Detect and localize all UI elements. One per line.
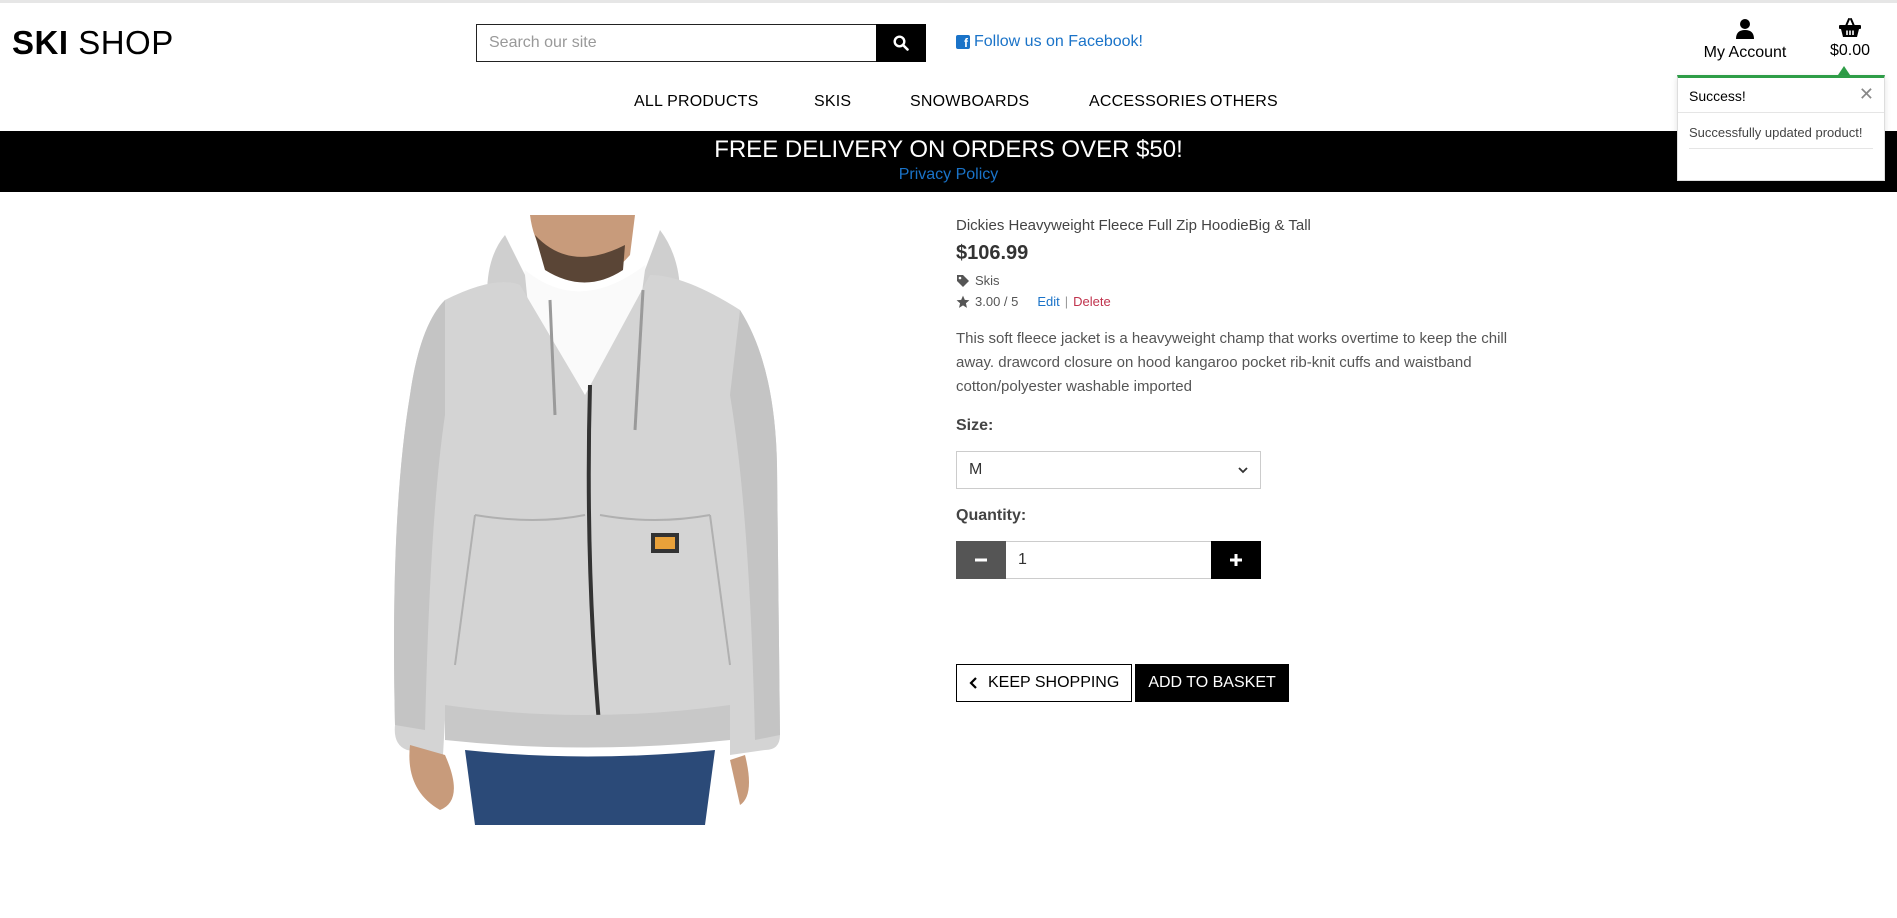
tag-icon: [957, 274, 969, 287]
star-icon: [956, 295, 970, 308]
close-icon[interactable]: ✕: [1859, 84, 1874, 105]
facebook-link[interactable]: f Follow us on Facebook!: [956, 33, 1143, 51]
logo-bold-text: SKI: [12, 24, 69, 61]
search-form: [476, 24, 926, 62]
nav-item-accessories[interactable]: ACCESSORIES: [1089, 93, 1207, 111]
basket-total: $0.00: [1829, 42, 1871, 59]
product-price: $106.99: [956, 242, 1029, 264]
banner-text: FREE DELIVERY ON ORDERS OVER $50!: [714, 136, 1183, 163]
user-icon: [1736, 19, 1754, 39]
keep-shopping-label: KEEP SHOPPING: [988, 674, 1120, 691]
nav-item-others[interactable]: OTHERS: [1210, 93, 1278, 111]
toast-message: Successfully updated product!: [1689, 125, 1863, 140]
minus-icon: [975, 558, 987, 562]
product-details: Dickies Heavyweight Fleece Full Zip Hood…: [956, 217, 1536, 579]
add-to-basket-label: ADD TO BASKET: [1148, 674, 1276, 691]
nav-item-snowboards[interactable]: SNOWBOARDS: [910, 93, 1029, 111]
action-buttons: KEEP SHOPPING ADD TO BASKET: [956, 664, 1289, 702]
my-account-label: My Account: [1703, 44, 1787, 61]
increment-button[interactable]: [1211, 541, 1261, 579]
nav-item-all-products[interactable]: ALL PRODUCTS: [634, 93, 759, 111]
my-account-link[interactable]: My Account: [1700, 18, 1790, 62]
product-name: Dickies Heavyweight Fleece Full Zip Hood…: [956, 217, 1311, 234]
decrement-button[interactable]: [956, 541, 1006, 579]
basket-link[interactable]: $0.00: [1820, 18, 1880, 60]
toast-arrow: [1838, 66, 1850, 75]
delete-product-link[interactable]: Delete: [1073, 294, 1111, 309]
delivery-banner: FREE DELIVERY ON ORDERS OVER $50! Privac…: [0, 131, 1897, 192]
search-icon: [893, 35, 909, 51]
chevron-down-icon: [1238, 467, 1248, 474]
basket-icon: [1839, 18, 1861, 37]
link-separator: |: [1064, 294, 1069, 309]
success-toast: Success! ✕ Successfully updated product!: [1677, 75, 1885, 181]
search-button[interactable]: [876, 24, 926, 62]
facebook-label: Follow us on Facebook!: [974, 33, 1143, 50]
toast-title: Success!: [1689, 88, 1746, 104]
product-image: [385, 215, 855, 825]
search-input[interactable]: [476, 24, 876, 62]
keep-shopping-button[interactable]: KEEP SHOPPING: [956, 664, 1133, 702]
size-select[interactable]: M: [956, 451, 1261, 489]
site-logo[interactable]: SKI SHOP: [12, 24, 174, 62]
plus-icon: [1230, 554, 1242, 566]
product-rating: 3.00 / 5 Edit | Delete: [956, 294, 1536, 309]
facebook-icon: f: [956, 35, 970, 49]
quantity-stepper: [956, 541, 1261, 579]
chevron-left-icon: [969, 677, 977, 689]
logo-light-text: SHOP: [78, 24, 174, 61]
toast-header: Success! ✕: [1678, 78, 1884, 113]
rating-value: 3.00 / 5: [975, 294, 1019, 309]
main-nav: ALL PRODUCTS SKIS SNOWBOARDS ACCESSORIES…: [0, 93, 1897, 113]
privacy-policy-link[interactable]: Privacy Policy: [899, 166, 999, 184]
quantity-label: Quantity:: [956, 507, 1027, 524]
edit-product-link[interactable]: Edit: [1037, 294, 1059, 309]
category-link[interactable]: Skis: [975, 273, 1000, 288]
nav-item-skis[interactable]: SKIS: [814, 93, 851, 111]
product-category: Skis: [956, 273, 1536, 288]
quantity-input[interactable]: [1006, 541, 1211, 579]
toast-divider: [1689, 148, 1873, 149]
size-label: Size:: [956, 417, 994, 434]
top-border: [0, 0, 1897, 3]
product-description: This soft fleece jacket is a heavyweight…: [956, 330, 1508, 395]
size-selected-value: M: [969, 461, 983, 478]
add-to-basket-button[interactable]: ADD TO BASKET: [1135, 664, 1289, 702]
